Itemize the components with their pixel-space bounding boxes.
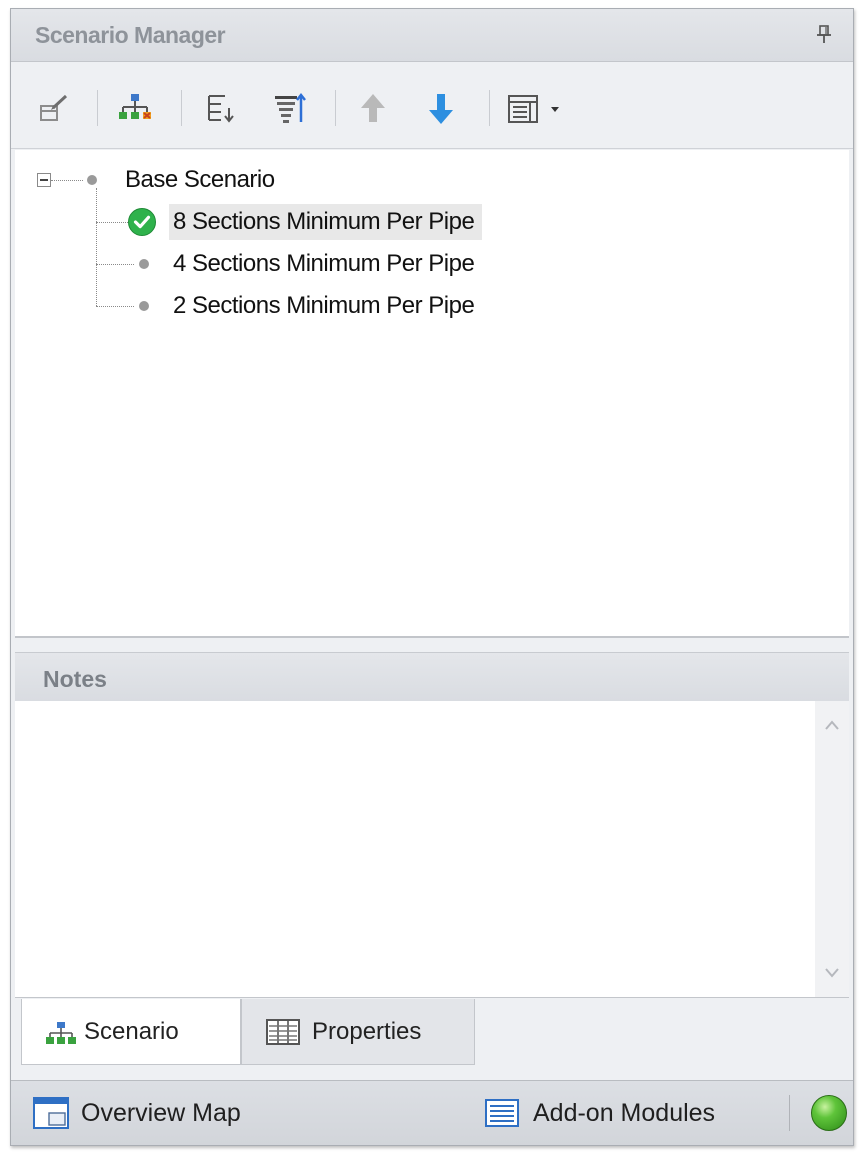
tab-properties[interactable]: Properties	[241, 999, 475, 1065]
notes-title: Notes	[43, 666, 107, 692]
toolbar-separator	[335, 90, 336, 126]
notes-header: Notes	[15, 652, 849, 701]
add-on-modules-button[interactable]: Add-on Modules	[481, 1081, 771, 1145]
view-options-icon[interactable]	[505, 88, 565, 128]
move-up-icon[interactable]	[353, 88, 393, 128]
properties-grid-icon	[266, 1019, 300, 1045]
tree-connector	[96, 306, 134, 307]
status-bar: Overview Map Add-on Modules	[11, 1080, 853, 1145]
tree-connector	[96, 188, 97, 306]
scenario-tree-icon	[46, 1022, 76, 1044]
bottom-tabbar: Scenario Properties	[11, 999, 853, 1071]
toolbar	[11, 62, 853, 149]
edit-scenario-icon[interactable]	[33, 88, 73, 128]
scenario-tree: Base Scenario 8 Sections Minimum Per Pip…	[15, 150, 849, 638]
scenario-manager-panel: Scenario Manager Base Scenario 8 Section…	[10, 8, 854, 1146]
tab-label: Properties	[312, 1018, 422, 1045]
overview-map-icon	[33, 1097, 69, 1129]
panel-title: Scenario Manager	[35, 22, 226, 48]
tree-item-scenario[interactable]: 2 Sections Minimum Per Pipe	[169, 288, 482, 324]
toolbar-separator	[97, 90, 98, 126]
scenario-dot-icon	[87, 175, 97, 185]
collapse-toggle[interactable]	[37, 173, 51, 187]
tree-item-label: 8 Sections Minimum Per Pipe	[169, 204, 483, 240]
current-scenario-check-icon	[128, 208, 156, 236]
scenario-dot-icon	[139, 259, 149, 269]
panel-titlebar: Scenario Manager	[11, 9, 853, 62]
toolbar-separator	[489, 90, 490, 126]
tree-connector	[51, 180, 83, 181]
filter-sort-icon[interactable]	[269, 88, 309, 128]
status-indicator-icon	[811, 1095, 847, 1131]
scroll-down-icon[interactable]	[824, 967, 840, 979]
tree-item-base-scenario[interactable]: Base Scenario	[121, 162, 283, 198]
tree-item-label: 2 Sections Minimum Per Pipe	[173, 292, 475, 319]
tree-item-scenario[interactable]: 4 Sections Minimum Per Pipe	[169, 246, 482, 282]
overview-map-button[interactable]: Overview Map	[29, 1081, 299, 1145]
tab-scenario[interactable]: Scenario	[21, 999, 241, 1065]
toolbar-separator	[181, 90, 182, 126]
pin-icon[interactable]	[813, 23, 835, 45]
notes-scrollbar[interactable]	[815, 701, 849, 997]
tree-item-label: Base Scenario	[125, 166, 275, 193]
status-separator	[789, 1095, 790, 1131]
scenario-dot-icon	[139, 301, 149, 311]
add-on-modules-label: Add-on Modules	[533, 1099, 716, 1127]
tree-item-scenario[interactable]: 8 Sections Minimum Per Pipe	[169, 204, 483, 240]
overview-map-label: Overview Map	[81, 1099, 241, 1127]
tree-item-label: 4 Sections Minimum Per Pipe	[173, 250, 475, 277]
notes-textarea[interactable]	[15, 701, 849, 998]
notes-text	[15, 701, 849, 721]
move-down-icon[interactable]	[421, 88, 461, 128]
sort-icon[interactable]	[199, 88, 239, 128]
tree-view-icon[interactable]	[115, 88, 155, 128]
tree-connector	[96, 222, 130, 223]
tree-connector	[96, 264, 134, 265]
add-on-modules-icon	[485, 1099, 519, 1127]
tab-label: Scenario	[84, 1018, 179, 1045]
scroll-up-icon[interactable]	[824, 719, 840, 731]
